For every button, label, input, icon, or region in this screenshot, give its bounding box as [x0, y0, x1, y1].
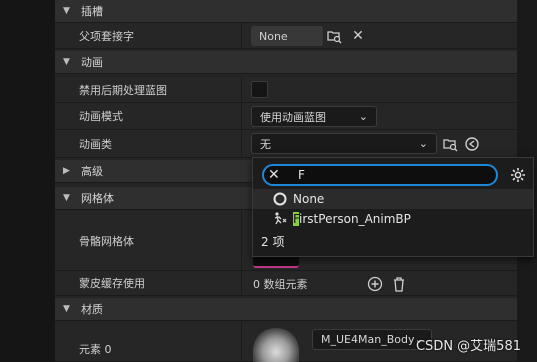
row-anim-class: 动画类 无 ⌄ — [55, 130, 517, 158]
close-icon[interactable]: ✕ — [268, 167, 286, 183]
browse-icon[interactable] — [441, 135, 459, 153]
left-gutter — [0, 0, 55, 362]
settings-gear-icon[interactable] — [509, 166, 527, 184]
category-title: 高级 — [81, 165, 103, 178]
category-animation[interactable]: ▼ 动画 — [55, 51, 517, 74]
trash-icon[interactable] — [390, 275, 408, 293]
category-title: 插槽 — [81, 5, 103, 18]
column-divider[interactable] — [241, 130, 242, 157]
prop-label: 动画类 — [79, 137, 112, 151]
collapse-arrow-icon[interactable]: ▼ — [63, 304, 73, 314]
browse-icon[interactable] — [325, 27, 343, 45]
column-divider[interactable] — [241, 211, 242, 270]
clear-icon[interactable]: ✕ — [349, 27, 367, 45]
collapse-arrow-icon[interactable]: ▼ — [63, 193, 73, 203]
search-text: F — [298, 168, 305, 182]
category-material[interactable]: ▼ 材质 — [55, 298, 517, 321]
search-input[interactable]: ✕ F — [262, 164, 498, 186]
column-divider[interactable] — [241, 322, 242, 361]
anim-mode-dropdown[interactable]: 使用动画蓝图 ⌄ — [251, 106, 377, 127]
option-label: FirstPerson_AnimBP — [293, 212, 411, 226]
option-label-rest: irstPerson_AnimBP — [299, 212, 411, 226]
collapse-arrow-icon[interactable]: ▼ — [63, 57, 73, 67]
column-divider[interactable] — [241, 103, 242, 129]
category-title: 材质 — [81, 303, 103, 316]
parent-socket-field[interactable]: None — [251, 26, 323, 46]
add-icon[interactable] — [366, 275, 384, 293]
prop-label: 元素 0 — [79, 342, 112, 356]
row-parent-socket: 父项套接字 None ✕ — [55, 23, 517, 49]
dropdown-value: M_UE4Man_Body — [321, 333, 415, 346]
column-divider[interactable] — [241, 77, 242, 102]
item-count: 2 项 — [261, 235, 285, 249]
array-count: 0 数组元素 — [253, 278, 308, 291]
chevron-down-icon: ⌄ — [418, 137, 428, 150]
row-disable-post-process: 禁用后期处理蓝图 — [55, 77, 517, 103]
category-socket[interactable]: ▼ 插槽 — [55, 0, 517, 23]
column-divider[interactable] — [241, 23, 242, 48]
dropdown-value: 使用动画蓝图 — [260, 110, 326, 124]
chevron-down-icon: ⌄ — [358, 110, 368, 123]
none-circle-icon — [271, 190, 289, 208]
watermark: CSDN @艾瑞581 — [415, 339, 521, 354]
class-picker-popup: ✕ F None FirstPerson_AnimBP 2 项 — [252, 157, 534, 257]
row-anim-mode: 动画模式 使用动画蓝图 ⌄ — [55, 103, 517, 130]
prop-label: 父项套接字 — [79, 29, 134, 43]
option-label: None — [293, 192, 325, 206]
anim-class-dropdown[interactable]: 无 ⌄ — [251, 133, 437, 154]
material-dropdown[interactable]: M_UE4Man_Body ⌄ — [312, 329, 432, 350]
prop-label: 动画模式 — [79, 110, 123, 123]
prop-label: 骨骼网格体 — [79, 234, 134, 248]
use-selected-icon[interactable] — [463, 135, 481, 153]
prop-label: 禁用后期处理蓝图 — [79, 83, 167, 97]
option-firstperson-animbp[interactable]: FirstPerson_AnimBP — [253, 209, 533, 229]
option-none[interactable]: None — [253, 189, 533, 209]
prop-label: 蒙皮缓存使用 — [79, 277, 145, 290]
collapse-arrow-icon[interactable]: ▼ — [63, 6, 73, 16]
anim-bp-icon — [271, 210, 289, 228]
disable-post-process-checkbox[interactable] — [251, 81, 268, 98]
dropdown-value: 无 — [260, 137, 271, 151]
row-skin-cache: 蒙皮缓存使用 0 数组元素 — [55, 271, 517, 296]
material-thumbnail[interactable] — [253, 328, 299, 362]
column-divider[interactable] — [241, 271, 242, 295]
category-title: 动画 — [81, 56, 103, 69]
category-title: 网格体 — [81, 192, 114, 205]
expand-arrow-icon[interactable]: ▶ — [63, 166, 73, 176]
